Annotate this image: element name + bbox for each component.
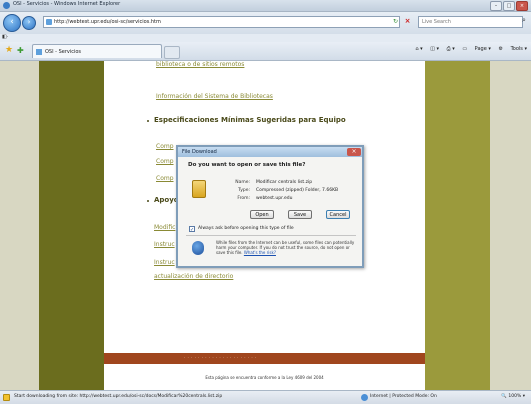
links-icon[interactable]: ◧· [2,34,8,40]
name-label: Name: [235,180,250,185]
tools-menu[interactable]: ⚙ Tools ▾ [498,46,527,52]
search-icon[interactable]: ⌕ [522,16,526,25]
tab-label: OSI - Servicios [45,49,82,55]
right-decor-column [425,61,490,390]
from-value: webtest.upr.edu [256,196,293,201]
new-tab-button[interactable] [164,46,180,59]
maximize-button[interactable]: □ [503,1,515,11]
close-button[interactable]: × [516,1,528,11]
library-remote-link[interactable]: biblioteca o de sitios remotos [156,61,244,68]
warning-text: While files from the Internet can be use… [216,240,355,255]
ie-logo-icon [3,2,10,9]
dialog-separator [186,235,356,236]
spec-link-3[interactable]: Comp [156,175,174,182]
library-system-link[interactable]: Información del Sistema de Bibliotecas [156,93,273,100]
security-warning: While files from the Internet can be use… [216,240,356,255]
zoom-level[interactable]: 🔍 100% ▾ [501,394,525,399]
footer-text: Esta página se encuentra conforme a la L… [205,375,324,380]
security-zone[interactable]: Internet | Protected Mode: On [370,394,437,399]
status-bar: Start downloading from site: http://webt… [0,390,531,404]
tab-favicon-icon [36,49,42,55]
footer-nav-links[interactable]: · · · · · · · · · · · · · · · · · · · · … [184,355,257,360]
always-ask-label: Always ask before opening this type of f… [198,226,294,231]
section-specs-heading: Especificaciones Mínimas Sugeridas para … [154,116,346,124]
support-link-2[interactable]: Instruc [154,241,175,248]
dialog-title: File Download [178,147,362,157]
search-input[interactable]: Live Search [418,16,523,28]
type-label: Type: [238,188,250,193]
back-button[interactable]: ‹ [3,14,21,32]
dialog-question: Do you want to open or save this file? [188,162,306,168]
command-bar: ⌂ ▾ ◫ ▾ ⎙ ▾ ▭ Page ▾ ⚙ Tools ▾ [409,46,527,52]
window-title: OSI - Servicios - Windows Internet Explo… [13,1,121,7]
status-message: Start downloading from site: http://webt… [14,394,223,399]
open-button[interactable]: Open [250,210,274,219]
add-favorites-icon[interactable]: ✚ [17,46,24,55]
window-controls: – □ × [490,1,528,11]
title-bar: OSI - Servicios - Windows Internet Explo… [0,0,531,12]
address-text: http://webtest.upr.edu/osi-sc/servicios.… [54,19,161,25]
section-support-heading: Apoyo [154,196,179,204]
tab-osi-servicios[interactable]: OSI - Servicios [32,44,162,58]
links-bar: ◧· [0,34,531,42]
file-download-dialog: File Download × Do you want to open or s… [176,145,364,268]
name-value: Modificar centrals list.zip [256,180,313,185]
save-button[interactable]: Save [288,210,312,219]
page-menu[interactable]: ▭ Page ▾ [462,46,491,52]
refresh-icon[interactable]: ↻ [391,17,400,26]
support-link-1[interactable]: Modific [154,224,175,231]
print-icon[interactable]: ⎙ ▾ [447,46,455,52]
home-icon[interactable]: ⌂ ▾ [415,46,422,52]
download-status-icon [3,394,10,401]
footer-nav-bar: · · · · · · · · · · · · · · · · · · · · … [104,353,425,364]
bullet [147,200,149,202]
bullet [147,120,149,122]
zip-file-icon [192,180,206,198]
address-toolbar: ‹ › http://webtest.upr.edu/osi-sc/servic… [0,12,531,34]
spec-link-1[interactable]: Comp [156,143,174,150]
directory-update-link[interactable]: actualización de directorio [154,273,233,280]
forward-button[interactable]: › [22,16,36,30]
from-label: From: [237,196,250,201]
stop-icon[interactable]: × [403,17,412,26]
feeds-icon[interactable]: ◫ ▾ [430,46,439,52]
left-decor-column [39,61,104,390]
always-ask-checkbox[interactable]: ✓ [189,226,195,233]
spec-link-2[interactable]: Comp [156,158,174,165]
favorites-star-icon[interactable]: ★ [5,45,13,55]
type-value: Compressed (zipped) Folder, 7.66KB [256,188,339,193]
minimize-button[interactable]: – [490,1,502,11]
security-shield-icon [192,241,204,255]
support-link-3[interactable]: Instruc [154,259,175,266]
page-favicon-icon [46,19,52,25]
address-bar[interactable]: http://webtest.upr.edu/osi-sc/servicios.… [43,16,400,28]
tab-bar: ★ ✚ OSI - Servicios ⌂ ▾ ◫ ▾ ⎙ ▾ ▭ Page ▾… [0,42,531,61]
cancel-button[interactable]: Cancel [326,210,350,219]
internet-zone-icon [361,394,368,401]
dialog-close-button[interactable]: × [347,148,361,156]
whats-the-risk-link[interactable]: What's the risk? [244,250,276,255]
